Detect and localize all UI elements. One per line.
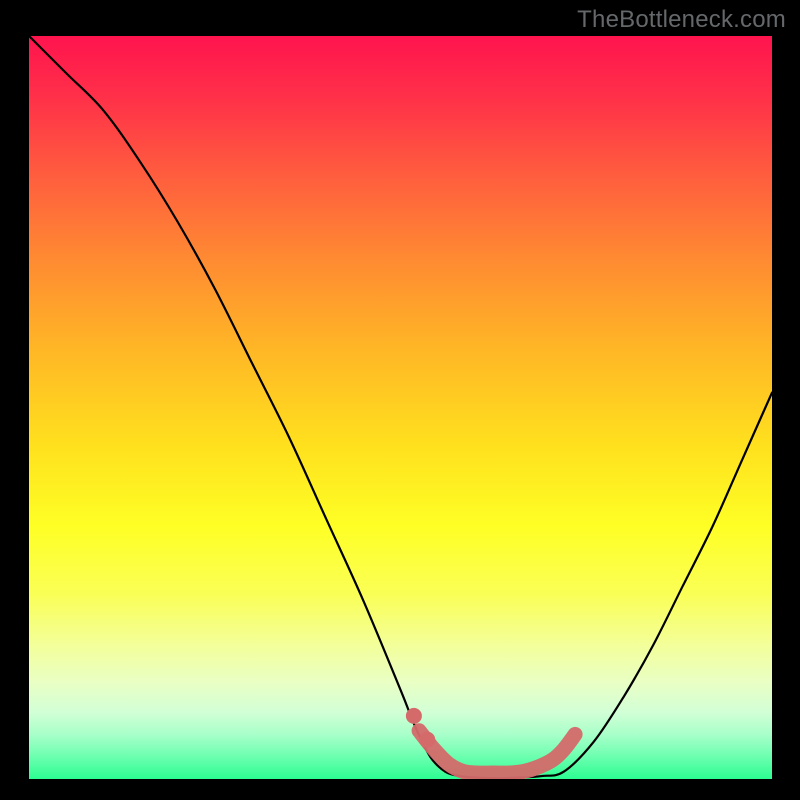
curve-layer [29, 36, 772, 779]
valley-highlight-dot [406, 708, 422, 724]
chart-frame: TheBottleneck.com [0, 0, 800, 800]
valley-highlight-dot [419, 732, 435, 748]
watermark-text: TheBottleneck.com [577, 6, 786, 34]
bottleneck-curve [29, 36, 772, 778]
plot-area [29, 36, 772, 779]
valley-highlight-stroke [419, 731, 575, 773]
